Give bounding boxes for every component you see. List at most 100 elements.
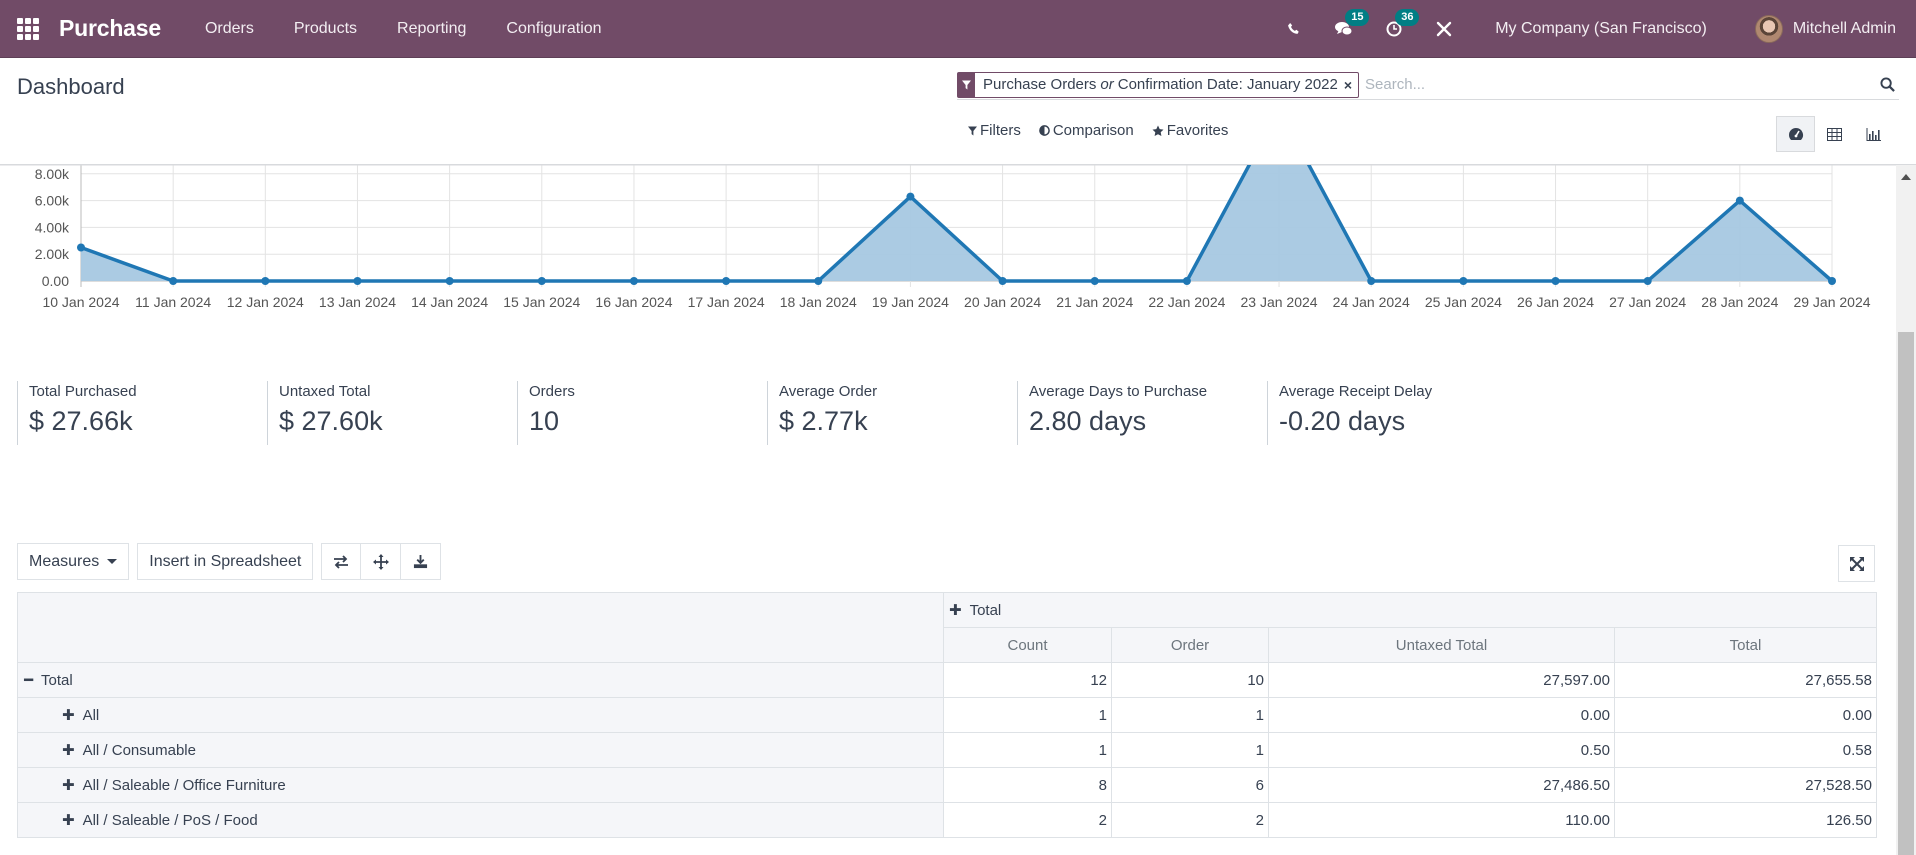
y-tick-label: 8.00k (35, 166, 70, 182)
kpi-value: $ 2.77k (779, 406, 868, 436)
kpi-row: Total Purchased $ 27.66k Untaxed Total $… (17, 381, 1517, 445)
facet-part-1: Purchase Orders (983, 76, 1097, 93)
search-icon[interactable] (1875, 73, 1899, 97)
kpi-orders[interactable]: Orders 10 (517, 381, 767, 445)
insert-in-spreadsheet-button[interactable]: Insert in Spreadsheet (137, 543, 314, 580)
row-header-pos-food[interactable]: ✚ All / Saleable / PoS / Food (17, 802, 944, 838)
measure-header-total[interactable]: Total (1614, 627, 1877, 663)
menu-products[interactable]: Products (274, 20, 377, 38)
cell-count[interactable]: 8 (943, 767, 1112, 803)
y-tick-label: 6.00k (35, 193, 70, 209)
purchase-area-chart: 0.00 2.00k 4.00k 6.00k 8.00k 10 Jan 2024 11 Ja… (0, 165, 1896, 310)
app-menu-grid-icon[interactable] (17, 17, 39, 40)
x-tick-label: 11 Jan 2024 (135, 294, 211, 310)
x-tick-label: 22 Jan 2024 (1148, 294, 1225, 310)
cell-count[interactable]: 1 (943, 697, 1112, 733)
menu-orders[interactable]: Orders (185, 20, 274, 38)
pivot-view-button[interactable] (1815, 116, 1854, 152)
kpi-average-order[interactable]: Average Order $ 2.77k (767, 381, 1017, 445)
kpi-average-receipt-delay[interactable]: Average Receipt Delay -0.20 days (1267, 381, 1517, 445)
favorites-button[interactable]: Favorites (1152, 122, 1229, 139)
plus-icon: ✚ (62, 812, 75, 829)
top-navbar: Purchase Orders Products Reporting Confi… (0, 0, 1916, 58)
data-point (906, 192, 915, 201)
cell-untaxed-total[interactable]: 0.00 (1268, 697, 1615, 733)
cell-total[interactable]: 27,528.50 (1614, 767, 1877, 803)
row-header-consumable[interactable]: ✚ All / Consumable (17, 732, 944, 768)
comparison-button[interactable]: Comparison (1039, 122, 1134, 139)
x-tick-label: 12 Jan 2024 (227, 294, 304, 310)
cell-order[interactable]: 10 (1111, 662, 1269, 698)
pivot-table: ✚ Total Count Order Untaxed Total Total ━… (17, 592, 1877, 838)
cell-order[interactable]: 6 (1111, 767, 1269, 803)
row-header-all[interactable]: ✚ All (17, 697, 944, 733)
cell-order[interactable]: 1 (1111, 732, 1269, 768)
view-switcher (1776, 116, 1893, 152)
kpi-value: -0.20 days (1279, 406, 1406, 436)
fullscreen-button[interactable] (1838, 545, 1875, 582)
cell-untaxed-total[interactable]: 27,486.50 (1268, 767, 1615, 803)
kpi-value: $ 27.60k (279, 406, 383, 436)
cell-count[interactable]: 2 (943, 802, 1112, 838)
data-point (1828, 277, 1836, 285)
filter-funnel-icon (958, 72, 975, 97)
cell-untaxed-total[interactable]: 110.00 (1268, 802, 1615, 838)
cell-total[interactable]: 126.50 (1614, 802, 1877, 838)
data-point (814, 277, 823, 285)
activities-clock-icon[interactable]: 36 (1383, 8, 1420, 40)
cell-total[interactable]: 0.58 (1614, 732, 1877, 768)
messages-icon[interactable]: 15 (1333, 8, 1370, 40)
vertical-scrollbar[interactable] (1896, 165, 1916, 855)
x-tick-label: 17 Jan 2024 (688, 294, 765, 310)
table-row: ✚ All / Saleable / Office Furniture 8 6 2… (17, 767, 1877, 803)
download-xlsx-button[interactable] (401, 543, 442, 580)
phone-icon[interactable] (1283, 18, 1305, 40)
flip-axis-button[interactable] (321, 543, 362, 580)
x-tick-label: 28 Jan 2024 (1701, 294, 1778, 310)
menu-configuration[interactable]: Configuration (486, 20, 621, 38)
download-icon (414, 554, 428, 569)
pivot-col-header-total[interactable]: ✚ Total (943, 592, 1877, 628)
cell-count[interactable]: 12 (943, 662, 1112, 698)
expand-all-button[interactable] (361, 543, 402, 580)
favorites-label: Favorites (1166, 122, 1229, 139)
debug-tools-icon[interactable] (1433, 18, 1455, 40)
search-input[interactable] (1359, 76, 1875, 93)
graph-view-button[interactable] (1854, 116, 1893, 152)
row-header-office-furniture[interactable]: ✚ All / Saleable / Office Furniture (17, 767, 944, 803)
kpi-total-purchased[interactable]: Total Purchased $ 27.66k (17, 381, 267, 445)
filters-button[interactable]: Filters (968, 122, 1021, 139)
comparison-label: Comparison (1052, 122, 1134, 139)
cell-total[interactable]: 27,655.58 (1614, 662, 1877, 698)
measure-header-untaxed-total[interactable]: Untaxed Total (1268, 627, 1615, 663)
cell-total[interactable]: 0.00 (1614, 697, 1877, 733)
measure-header-count[interactable]: Count (943, 627, 1112, 663)
comparison-icon (1039, 125, 1050, 136)
facet-remove-icon[interactable]: × (1344, 73, 1358, 97)
scroll-up-arrow-icon[interactable] (1901, 174, 1911, 180)
x-tick-label: 20 Jan 2024 (964, 294, 1041, 310)
dashboard-view-button[interactable] (1776, 116, 1815, 152)
kpi-label: Average Order (779, 383, 878, 400)
company-switcher[interactable]: My Company (San Francisco) (1495, 20, 1707, 38)
plus-icon: ✚ (62, 707, 75, 724)
cell-untaxed-total[interactable]: 0.50 (1268, 732, 1615, 768)
x-tick-label: 16 Jan 2024 (595, 294, 672, 310)
user-menu[interactable]: Mitchell Admin (1754, 14, 1896, 43)
user-name: Mitchell Admin (1792, 19, 1896, 37)
data-point (353, 277, 362, 285)
measures-dropdown[interactable]: Measures (17, 543, 130, 580)
cell-untaxed-total[interactable]: 27,597.00 (1268, 662, 1615, 698)
menu-reporting[interactable]: Reporting (377, 20, 486, 38)
scrollbar-thumb[interactable] (1898, 332, 1914, 855)
cell-order[interactable]: 2 (1111, 802, 1269, 838)
kpi-untaxed-total[interactable]: Untaxed Total $ 27.60k (267, 381, 517, 445)
cell-count[interactable]: 1 (943, 732, 1112, 768)
kpi-average-days-to-purchase[interactable]: Average Days to Purchase 2.80 days (1017, 381, 1267, 445)
row-label: All / Saleable / Office Furniture (82, 777, 286, 794)
app-name[interactable]: Purchase (59, 15, 161, 42)
cell-order[interactable]: 1 (1111, 697, 1269, 733)
measure-header-order[interactable]: Order (1111, 627, 1269, 663)
row-label: All (82, 707, 100, 724)
row-header-total[interactable]: ━ Total (17, 662, 944, 698)
